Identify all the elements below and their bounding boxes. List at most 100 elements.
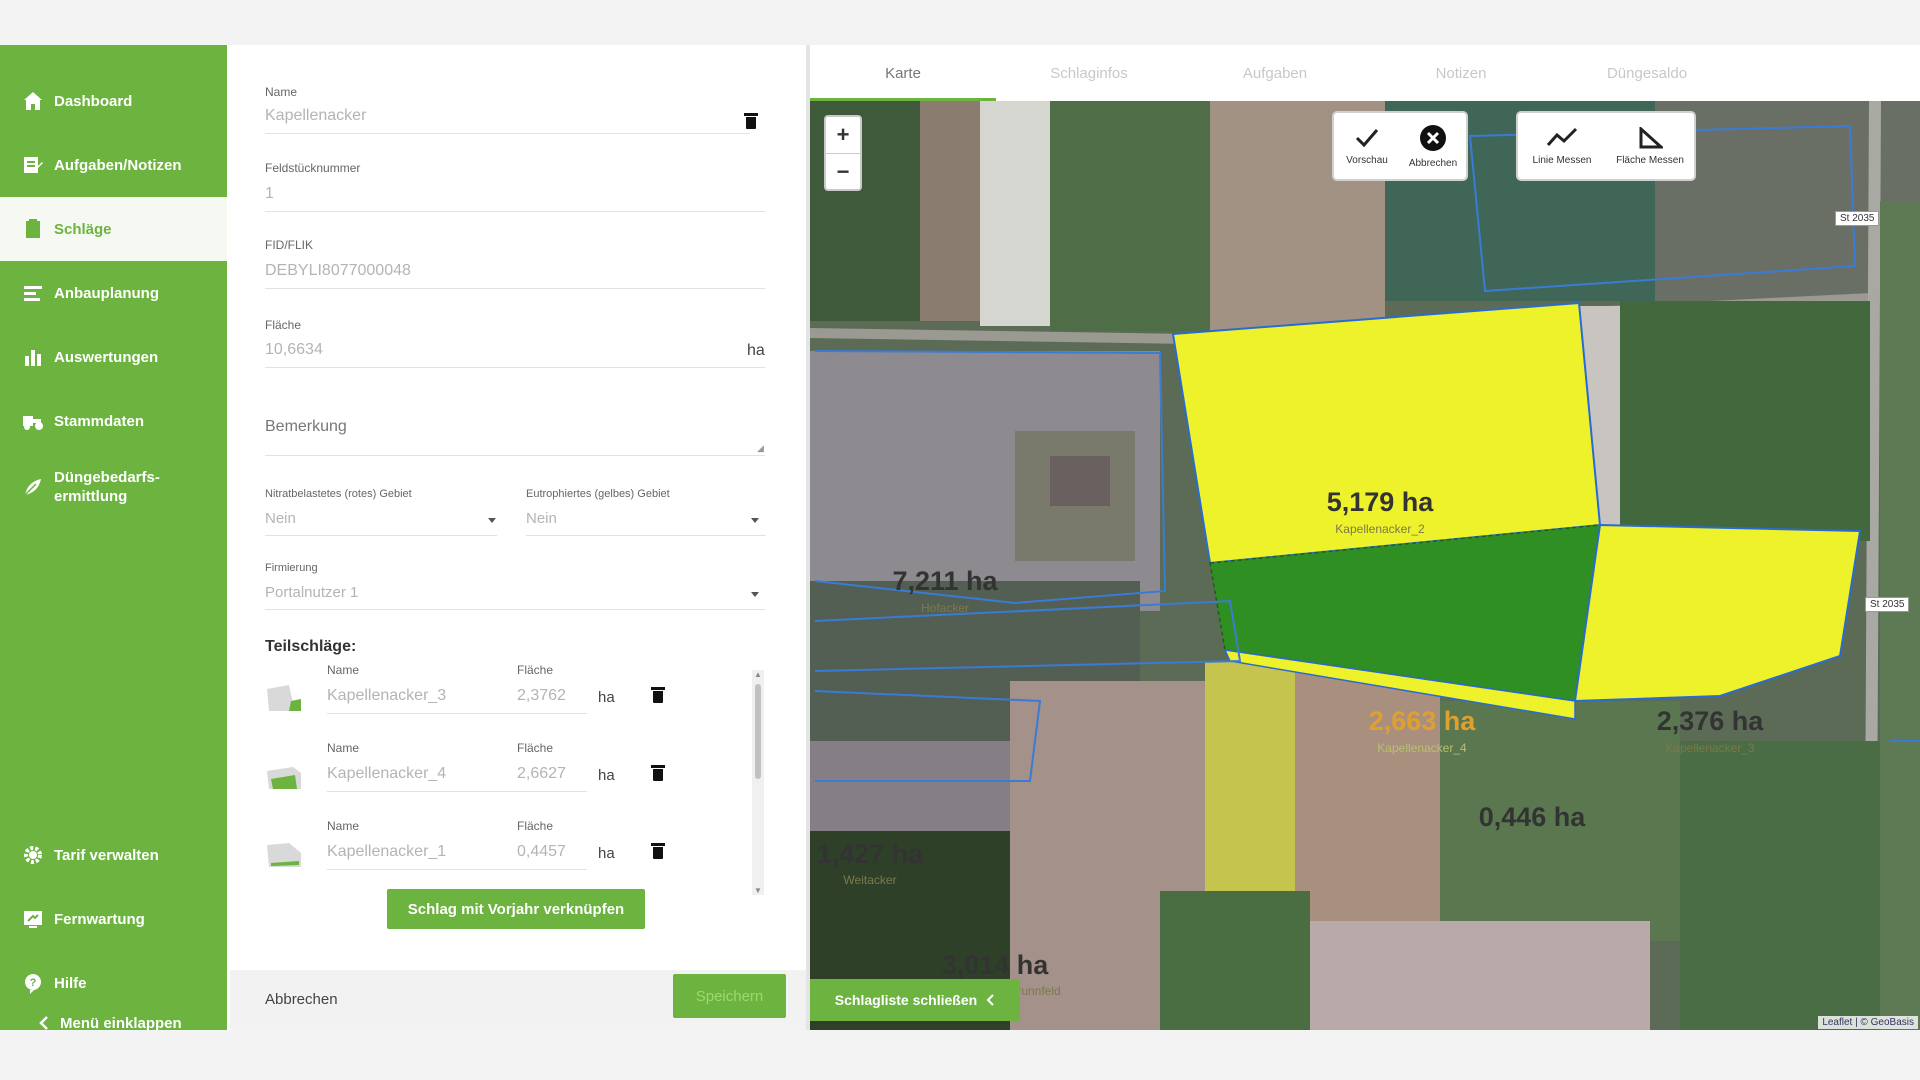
area-label-weitacker: 1,427 ha (816, 839, 924, 869)
company-select[interactable]: Portalnutzer 1 (265, 584, 358, 601)
sub-area-label: Fläche (517, 663, 554, 677)
sidebar-item-label: Schläge (54, 220, 112, 238)
sidebar-item-fernwartung[interactable]: Fernwartung (0, 887, 227, 951)
delete-subfield-icon[interactable] (651, 843, 665, 859)
sidebar-item-label: Hilfe (54, 974, 87, 992)
sub-name-field[interactable]: Kapellenacker_4 (327, 765, 446, 783)
area-name-kapellenacker-3: Kapellenacker_3 (1665, 741, 1755, 755)
area-name-weitacker: Weitacker (843, 873, 897, 887)
sidebar: Dashboard Aufgaben/Notizen Schläge Anbau… (0, 45, 227, 1030)
measure-toolbar: Linie Messen Fläche Messen (1516, 111, 1696, 181)
tab-aufgaben[interactable]: Aufgaben (1182, 45, 1368, 101)
resize-handle[interactable]: ◢ (757, 443, 764, 454)
sidebar-item-label: Dashboard (54, 92, 133, 110)
svg-text:?: ? (30, 977, 37, 989)
map-panel: Karte Schlaginfos Aufgaben Notizen Dünge… (810, 45, 1920, 1030)
tab-karte[interactable]: Karte (810, 45, 996, 101)
sidebar-collapse[interactable]: Menü einklappen (0, 1003, 227, 1030)
company-label: Firmierung (265, 562, 318, 574)
field-shape-icon (267, 685, 301, 711)
sub-area-field[interactable]: 2,6627 (517, 765, 566, 783)
eutroph-label: Eutrophiertes (gelbes) Gebiet (526, 488, 670, 500)
sidebar-item-schlaege[interactable]: Schläge (0, 197, 227, 261)
area-field[interactable]: 10,6634 (265, 341, 323, 359)
tab-duengesaldo[interactable]: Düngesaldo (1554, 45, 1740, 101)
cancel-drawing-button[interactable]: Abbrechen (1400, 113, 1466, 179)
field-number-field[interactable]: 1 (265, 185, 274, 203)
fid-field[interactable]: DEBYLI8077000048 (265, 262, 411, 280)
area-unit: ha (747, 342, 765, 359)
fields-icon (20, 216, 46, 242)
sidebar-item-tasks[interactable]: Aufgaben/Notizen (0, 133, 227, 197)
nitrate-label: Nitratbelastetes (rotes) Gebiet (265, 488, 412, 500)
sub-area-label: Fläche (517, 741, 554, 755)
sub-name-label: Name (327, 663, 360, 677)
eutroph-select[interactable]: Nein (526, 510, 557, 527)
list-item: Name Kapellenacker_3 Fläche 2,3762 ha (265, 663, 725, 731)
close-field-list-button[interactable]: Schlagliste schließen (810, 979, 1020, 1021)
measure-line-button[interactable]: Linie Messen (1518, 113, 1606, 179)
sidebar-item-label: Auswertungen (54, 348, 159, 366)
sidebar-item-anbauplanung[interactable]: Anbauplanung (0, 261, 227, 325)
field-number-label: Feldstücknummer (265, 161, 361, 175)
delete-subfield-icon[interactable] (651, 765, 665, 781)
area-name-hofacker: Hofacker (920, 601, 970, 615)
area-name-kapellenacker-4: Kapellenacker_4 (1377, 741, 1467, 755)
link-previous-year-button[interactable]: Schlag mit Vorjahr verknüpfen (387, 889, 645, 929)
remark-field[interactable]: Bemerkung (265, 418, 347, 436)
sidebar-item-tarif[interactable]: Tarif verwalten (0, 823, 227, 887)
close-circle-icon (1420, 124, 1446, 151)
zoom-out-button[interactable]: − (826, 154, 860, 190)
help-icon: ? (20, 970, 46, 996)
sidebar-item-label: Anbauplanung (54, 284, 159, 302)
area-label-kapellenacker-1: 0,446 ha (1478, 802, 1586, 832)
chevron-left-icon (36, 1010, 52, 1030)
save-button[interactable]: Speichern (673, 974, 786, 1018)
cancel-drawing-label: Abbrechen (1408, 157, 1458, 169)
tab-schlaginfos[interactable]: Schlaginfos (996, 45, 1182, 101)
sidebar-item-auswertungen[interactable]: Auswertungen (0, 325, 227, 389)
sub-fields-scrollbar[interactable]: ▲ ▼ (752, 670, 764, 895)
cancel-button[interactable]: Abbrechen (265, 991, 338, 1008)
area-label-kapellenacker-4: 2,663 ha (1368, 706, 1476, 736)
sub-name-field[interactable]: Kapellenacker_1 (327, 843, 446, 861)
nitrate-select[interactable]: Nein (265, 510, 296, 527)
delete-field-icon[interactable] (744, 113, 758, 129)
zoom-in-button[interactable]: + (826, 117, 860, 154)
list-item: Name Kapellenacker_4 Fläche 2,6627 ha (265, 741, 725, 809)
measure-area-button[interactable]: Fläche Messen (1606, 113, 1694, 179)
sidebar-item-label: Menü einklappen (60, 1014, 182, 1031)
sidebar-item-dashboard[interactable]: Dashboard (0, 69, 227, 133)
chevron-left-icon (986, 994, 994, 1006)
home-icon (20, 88, 46, 114)
sub-area-unit: ha (598, 845, 615, 862)
sub-area-field[interactable]: 0,4457 (517, 843, 566, 861)
map-canvas[interactable]: + − Vorschau Abbrechen Linie Messen Fläc… (810, 101, 1920, 1030)
area-name-kapellenacker-2: Kapellenacker_2 (1335, 522, 1425, 536)
app-window: Dashboard Aufgaben/Notizen Schläge Anbau… (0, 45, 1920, 1030)
measure-line-label: Linie Messen (1532, 154, 1592, 166)
road-tag: St 2035 (1835, 211, 1880, 226)
sub-name-field[interactable]: Kapellenacker_3 (327, 687, 446, 705)
sidebar-item-duengebedarf[interactable]: Düngebedarfs- ermittlung (0, 455, 227, 519)
sidebar-item-label: Fernwartung (54, 910, 145, 928)
name-field[interactable]: Kapellenacker (265, 107, 366, 125)
sub-area-field[interactable]: 2,3762 (517, 687, 566, 705)
list-item: Name Kapellenacker_1 Fläche 0,4457 ha (265, 819, 725, 887)
sub-area-unit: ha (598, 767, 615, 784)
area-label: Fläche (265, 318, 302, 332)
planning-icon (20, 280, 46, 306)
tab-notizen[interactable]: Notizen (1368, 45, 1554, 101)
sidebar-item-label: Stammdaten (54, 412, 145, 430)
zoom-control: + − (824, 115, 862, 191)
measure-area-label: Fläche Messen (1616, 154, 1684, 166)
map-attribution[interactable]: Leaflet | © GeoBasis (1818, 1016, 1918, 1029)
line-measure-icon (1546, 127, 1578, 146)
preview-label: Vorschau (1346, 154, 1388, 166)
close-field-list-label: Schlagliste schließen (834, 992, 978, 1008)
delete-subfield-icon[interactable] (651, 687, 665, 703)
sub-area-label: Fläche (517, 819, 554, 833)
sidebar-item-stammdaten[interactable]: Stammdaten (0, 389, 227, 453)
fertilizer-icon (20, 474, 46, 500)
preview-button[interactable]: Vorschau (1334, 113, 1400, 179)
